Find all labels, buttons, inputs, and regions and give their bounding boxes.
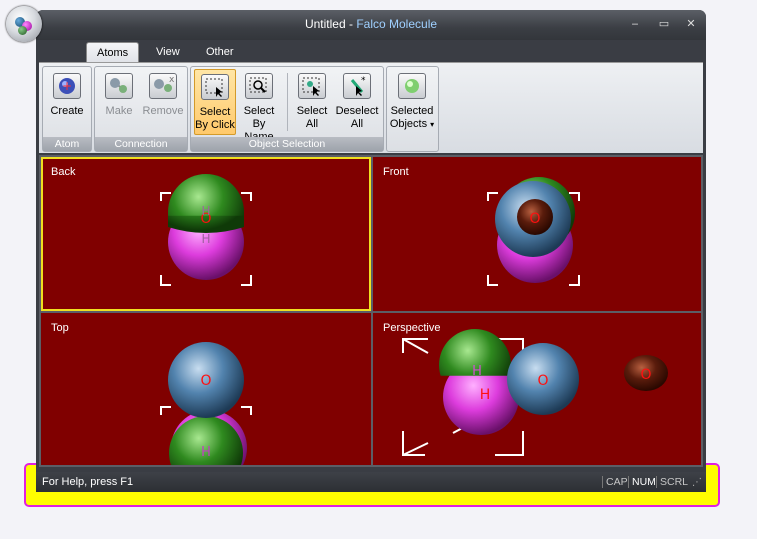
back-scene: O H H bbox=[160, 157, 252, 286]
viewport-area: Back O H H Front O Top O H Perspective H… bbox=[39, 155, 703, 467]
caps-lock-indicator: CAP bbox=[602, 476, 628, 488]
make-label: Make bbox=[105, 105, 133, 117]
selected-objects-line1: Selected bbox=[390, 105, 434, 117]
atom-label: O bbox=[640, 367, 651, 383]
selection-separator bbox=[287, 73, 288, 131]
svg-text:*: * bbox=[361, 76, 366, 86]
group-atom: + Create Atom bbox=[42, 66, 92, 152]
create-button[interactable]: + Create bbox=[45, 69, 89, 133]
atom-label: H bbox=[472, 364, 482, 379]
deselect-all-button[interactable]: * Deselect All bbox=[334, 69, 380, 133]
viewport-front[interactable]: Front O bbox=[373, 157, 701, 311]
status-help-text: For Help, press F1 bbox=[42, 476, 134, 488]
status-bar: For Help, press F1 CAP NUM SCRL ⋰ bbox=[36, 472, 706, 492]
select-by-name-button[interactable]: Select By Name bbox=[237, 69, 281, 143]
maximize-button[interactable]: ▭ bbox=[655, 17, 673, 31]
app-name: Falco Molecule bbox=[356, 17, 438, 31]
resize-grip-icon[interactable]: ⋰ bbox=[692, 477, 702, 488]
select-by-click-line2: By Click bbox=[195, 119, 235, 131]
selected-objects-line2: Objects bbox=[389, 118, 428, 130]
select-all-button[interactable]: Select All bbox=[291, 69, 333, 133]
atom-label: O bbox=[200, 373, 211, 389]
create-label: Create bbox=[50, 105, 84, 117]
group-connection-label: Connection bbox=[95, 137, 187, 151]
atom-label: O bbox=[537, 373, 548, 389]
group-object-selection-label: Object Selection bbox=[191, 137, 383, 151]
viewport-perspective[interactable]: Perspective H H O O bbox=[373, 313, 701, 465]
remove-label: Remove bbox=[142, 105, 184, 117]
top-scene: O H bbox=[160, 342, 252, 465]
selected-objects-icon bbox=[398, 73, 426, 99]
remove-button[interactable]: x Remove bbox=[141, 69, 185, 133]
close-button[interactable]: ✕ bbox=[682, 17, 700, 31]
num-lock-indicator: NUM bbox=[628, 476, 656, 488]
make-button[interactable]: Make bbox=[99, 69, 139, 133]
create-atom-icon: + bbox=[53, 73, 81, 99]
select-all-icon bbox=[298, 73, 326, 99]
remove-bond-icon: x bbox=[149, 73, 177, 99]
group-selected-objects: Selected Objects ▾ bbox=[386, 66, 439, 152]
tab-view[interactable]: View bbox=[146, 42, 190, 62]
viewport-back[interactable]: Back O H H bbox=[41, 157, 371, 311]
scroll-lock-indicator: SCRL bbox=[656, 476, 688, 488]
select-by-click-line1: Select bbox=[199, 106, 231, 118]
select-name-icon bbox=[245, 73, 273, 99]
tab-other[interactable]: Other bbox=[196, 42, 244, 62]
deselect-all-line2: All bbox=[350, 118, 364, 130]
atom-label: H bbox=[201, 232, 210, 246]
select-by-name-line1: Select bbox=[243, 105, 275, 117]
viewport-top[interactable]: Top O H bbox=[41, 313, 371, 465]
ribbon-tabs: Atoms View Other bbox=[36, 40, 706, 63]
atom-label: H bbox=[201, 204, 210, 218]
chevron-down-icon: ▾ bbox=[430, 120, 435, 129]
make-bond-icon bbox=[105, 73, 133, 99]
select-all-line2: All bbox=[305, 118, 319, 130]
document-name: Untitled bbox=[304, 17, 346, 31]
group-object-selection: Select By Click Select By Name Select Al… bbox=[190, 66, 384, 152]
select-by-click-button[interactable]: Select By Click bbox=[194, 69, 236, 135]
molecule-logo-icon bbox=[18, 26, 27, 35]
title-bar: Untitled - Falco Molecule ‒ ▭ ✕ bbox=[36, 10, 706, 40]
svg-text:x: x bbox=[169, 75, 175, 85]
atom-label: H bbox=[480, 387, 491, 403]
app-window: Untitled - Falco Molecule ‒ ▭ ✕ Atoms Vi… bbox=[36, 10, 706, 472]
front-scene: O bbox=[487, 177, 580, 286]
group-connection: Make x Remove Connection bbox=[94, 66, 188, 152]
select-all-line1: Select bbox=[296, 105, 328, 117]
tab-atoms[interactable]: Atoms bbox=[86, 42, 140, 63]
deselect-all-line1: Deselect bbox=[335, 105, 379, 117]
atom-label: H bbox=[201, 445, 211, 460]
ribbon: + Create Atom Make x Remove Connection S… bbox=[39, 62, 703, 153]
perspective-scene: H H O O bbox=[402, 313, 668, 456]
title-separator: - bbox=[345, 17, 357, 31]
deselect-all-icon: * bbox=[343, 73, 371, 99]
window-title: Untitled - Falco Molecule bbox=[36, 17, 706, 31]
atom-label: O bbox=[529, 211, 540, 227]
minimize-button[interactable]: ‒ bbox=[626, 17, 644, 31]
selected-objects-dropdown[interactable]: Selected Objects ▾ bbox=[388, 69, 436, 145]
application-menu-button[interactable] bbox=[6, 6, 42, 42]
select-click-icon bbox=[201, 74, 229, 100]
group-atom-label: Atom bbox=[43, 137, 91, 151]
svg-text:+: + bbox=[62, 79, 72, 93]
